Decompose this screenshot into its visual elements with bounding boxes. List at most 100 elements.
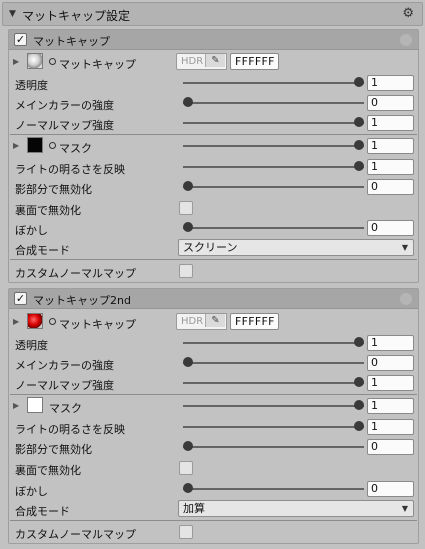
main-color-strength-slider[interactable] <box>183 362 364 364</box>
main-color-strength-input[interactable]: 0 <box>367 355 414 371</box>
shadow-disable-slider[interactable] <box>183 446 364 448</box>
panel-title: マットキャップ2nd <box>33 294 131 307</box>
blend-mode-value: 加算 <box>183 502 205 515</box>
blur-input[interactable]: 0 <box>367 220 414 236</box>
shadow-disable-row: 影部分で無効化 0 <box>9 177 418 197</box>
main-color-strength-knob[interactable] <box>183 357 193 367</box>
mask-label: マスク <box>49 402 82 415</box>
mask-slider[interactable] <box>183 405 364 407</box>
light-reflect-slider[interactable] <box>183 166 364 168</box>
color-hex-input[interactable]: FFFFFF <box>230 53 279 70</box>
matcap2-panel: ✓ マットキャップ2nd ▶ マットキャップ HDR ✎ FFFFFF 透明度 … <box>8 288 419 544</box>
backface-disable-checkbox[interactable] <box>179 201 193 215</box>
opacity-slider[interactable] <box>183 82 364 84</box>
light-reflect-knob[interactable] <box>354 161 364 171</box>
chevron-down-icon: ▼ <box>401 243 408 252</box>
opacity-slider-knob[interactable] <box>354 77 364 87</box>
texture-picker-icon[interactable] <box>49 142 56 149</box>
shadow-disable-input[interactable]: 0 <box>367 439 414 455</box>
eyedropper-icon[interactable]: ✎ <box>205 314 225 327</box>
texture-picker-icon[interactable] <box>49 318 56 325</box>
eyedropper-icon[interactable]: ✎ <box>205 54 225 67</box>
enable-checkbox[interactable]: ✓ <box>14 292 27 305</box>
fold-arrow-icon[interactable]: ▶ <box>13 401 19 410</box>
panel-header: ✓ マットキャップ <box>9 30 418 50</box>
chevron-down-icon: ▼ <box>401 504 408 513</box>
section-header[interactable]: ▼ マットキャップ設定 ⚙ <box>2 2 423 26</box>
normal-map-strength-slider[interactable] <box>183 122 364 124</box>
hdr-label: HDR <box>181 316 204 327</box>
blur-input[interactable]: 0 <box>367 481 414 497</box>
mask-row: ▶ マスク 1 <box>9 396 418 416</box>
blur-label: ぼかし <box>15 485 48 498</box>
shadow-disable-knob[interactable] <box>183 181 193 191</box>
blur-row: ぼかし 0 <box>9 479 418 499</box>
mask-texture-thumbnail[interactable] <box>27 137 43 153</box>
opacity-slider-knob[interactable] <box>354 337 364 347</box>
mask-slider-knob[interactable] <box>354 140 364 150</box>
blend-mode-label: 合成モード <box>15 505 70 518</box>
enable-checkbox[interactable]: ✓ <box>14 33 27 46</box>
blur-knob[interactable] <box>183 483 193 493</box>
panel-menu-dot[interactable] <box>400 34 412 46</box>
color-hex-input[interactable]: FFFFFF <box>230 313 279 330</box>
opacity-row: 透明度 1 <box>9 333 418 353</box>
mask-texture-thumbnail[interactable] <box>27 397 43 413</box>
mask-row: ▶ マスク 1 <box>9 136 418 156</box>
fold-arrow-icon[interactable]: ▶ <box>13 141 19 150</box>
custom-normal-checkbox[interactable] <box>179 525 193 539</box>
shadow-disable-label: 影部分で無効化 <box>15 183 92 196</box>
light-reflect-slider[interactable] <box>183 426 364 428</box>
shadow-disable-input[interactable]: 0 <box>367 179 414 195</box>
shadow-disable-row: 影部分で無効化 0 <box>9 437 418 457</box>
matcap-texture-thumbnail[interactable] <box>27 53 43 69</box>
normal-map-strength-row: ノーマルマップ強度 1 <box>9 113 418 133</box>
main-color-strength-slider[interactable] <box>183 102 364 104</box>
light-reflect-knob[interactable] <box>354 421 364 431</box>
mask-slider-knob[interactable] <box>354 400 364 410</box>
main-color-strength-knob[interactable] <box>183 97 193 107</box>
backface-disable-label: 裏面で無効化 <box>15 204 81 217</box>
texture-picker-icon[interactable] <box>49 58 56 65</box>
main-color-strength-input[interactable]: 0 <box>367 95 414 111</box>
backface-disable-row: 裏面で無効化 <box>9 198 418 218</box>
mask-input[interactable]: 1 <box>367 398 414 414</box>
shadow-disable-slider[interactable] <box>183 186 364 188</box>
normal-map-strength-knob[interactable] <box>354 117 364 127</box>
blur-slider[interactable] <box>183 488 364 490</box>
blur-knob[interactable] <box>183 222 193 232</box>
normal-map-strength-input[interactable]: 1 <box>367 115 414 131</box>
opacity-label: 透明度 <box>15 339 48 352</box>
blend-mode-row: 合成モード スクリーン ▼ <box>9 238 418 258</box>
normal-map-strength-slider[interactable] <box>183 382 364 384</box>
custom-normal-row: カスタムノーマルマップ <box>9 261 418 281</box>
opacity-input[interactable]: 1 <box>367 75 414 91</box>
matcap-texture-thumbnail[interactable] <box>27 313 43 329</box>
custom-normal-checkbox[interactable] <box>179 264 193 278</box>
mask-input[interactable]: 1 <box>367 138 414 154</box>
fold-arrow-icon[interactable]: ▶ <box>13 57 19 66</box>
opacity-input[interactable]: 1 <box>367 335 414 351</box>
light-reflect-input[interactable]: 1 <box>367 159 414 175</box>
blur-slider[interactable] <box>183 227 364 229</box>
normal-map-strength-knob[interactable] <box>354 377 364 387</box>
opacity-row: 透明度 1 <box>9 73 418 93</box>
custom-normal-label: カスタムノーマルマップ <box>15 267 136 280</box>
blend-mode-dropdown[interactable]: スクリーン ▼ <box>178 239 414 256</box>
shadow-disable-label: 影部分で無効化 <box>15 443 92 456</box>
backface-disable-checkbox[interactable] <box>179 461 193 475</box>
section-title: マットキャップ設定 <box>22 9 131 23</box>
panel-menu-dot[interactable] <box>400 293 412 305</box>
normal-map-strength-row: ノーマルマップ強度 1 <box>9 373 418 393</box>
blend-mode-dropdown[interactable]: 加算 ▼ <box>178 500 414 517</box>
light-reflect-input[interactable]: 1 <box>367 419 414 435</box>
normal-map-strength-input[interactable]: 1 <box>367 375 414 391</box>
gear-icon[interactable]: ⚙ <box>402 6 414 21</box>
matcap-texture-row: ▶ マットキャップ HDR ✎ FFFFFF <box>9 312 418 332</box>
collapse-arrow-icon[interactable]: ▼ <box>9 9 16 19</box>
mask-slider[interactable] <box>183 145 364 147</box>
opacity-slider[interactable] <box>183 342 364 344</box>
fold-arrow-icon[interactable]: ▶ <box>13 317 19 326</box>
panel-title: マットキャップ <box>33 35 110 48</box>
shadow-disable-knob[interactable] <box>183 441 193 451</box>
